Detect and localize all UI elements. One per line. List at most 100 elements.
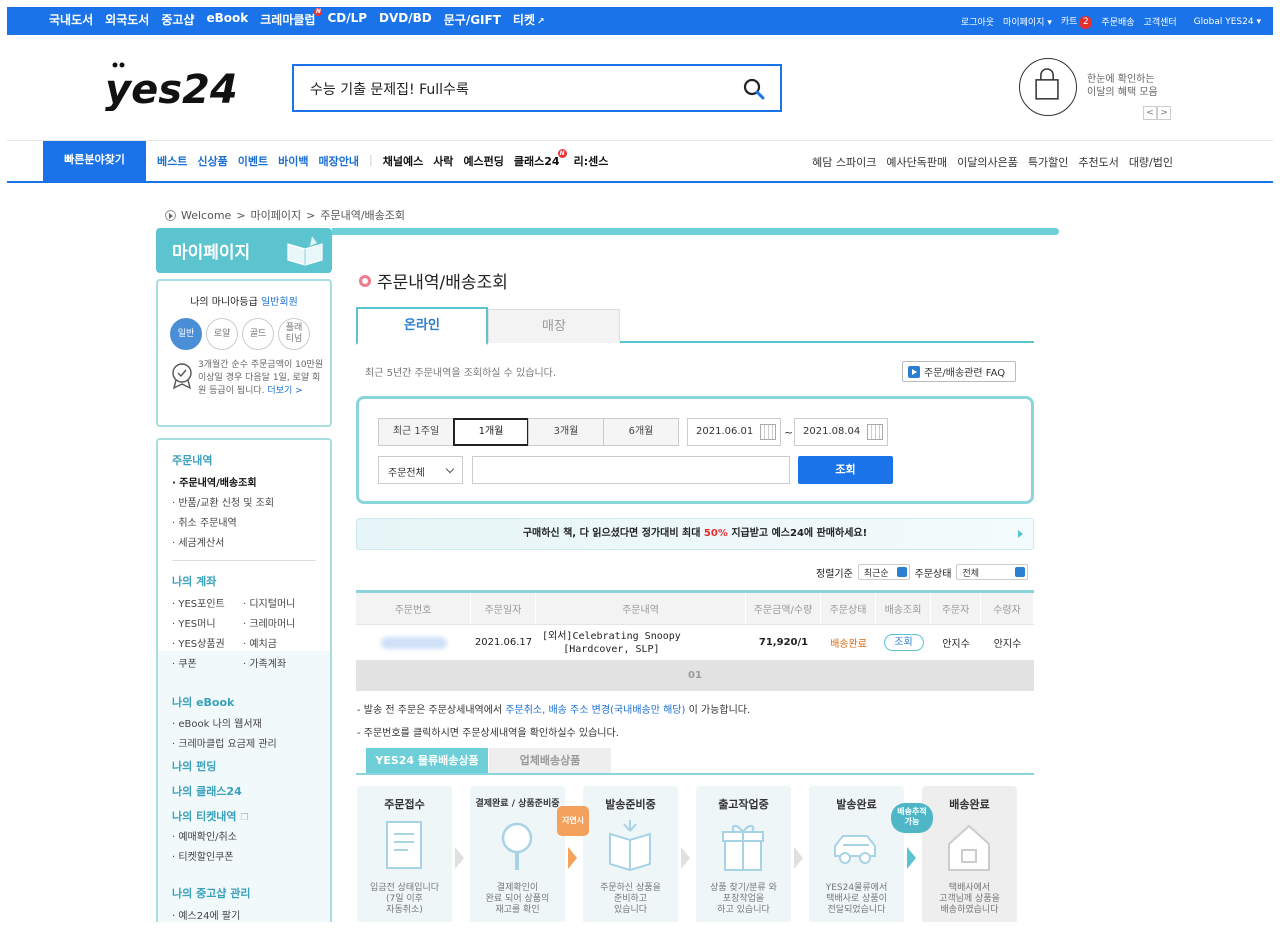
tab-online[interactable]: 온라인	[356, 307, 488, 345]
search-icon[interactable]	[742, 77, 766, 101]
order-state-select[interactable]: 주문전체	[378, 456, 463, 484]
breadcrumb-mypage[interactable]: 마이페이지	[251, 207, 302, 223]
cart-count-badge: 2	[1079, 16, 1093, 29]
order-faq-button[interactable]: 주문/배송관련 FAQ	[902, 361, 1016, 382]
cat-dvd-bd[interactable]: DVD/BD	[379, 11, 432, 28]
sidebar-item-return-exchange[interactable]: · 반품/교환 신청 및 조회	[172, 494, 274, 509]
buyback-promo-banner[interactable]: 구매하신 책, 다 읽으셨다면 정가대비 최대 50% 지급받고 예스24에 판…	[356, 518, 1034, 550]
gnb-best[interactable]: 베스트	[157, 153, 187, 169]
tab-vendor-delivery[interactable]: 업체배송상품	[489, 748, 611, 773]
grade-more-link[interactable]: 더보기 >	[267, 386, 302, 396]
period-1week-button[interactable]: 최근 1주일	[378, 418, 454, 446]
cat-used-shop[interactable]: 중고샵	[161, 11, 194, 28]
sidebar-head-used-shop[interactable]: 나의 중고샵 관리	[172, 885, 251, 901]
orderer-cell: 안지수	[942, 639, 970, 650]
sidebar-item-tax-invoice[interactable]: · 세금계산서	[172, 534, 224, 549]
benefit-prev-button[interactable]: <	[1143, 106, 1157, 120]
receiver-cell: 안지수	[993, 639, 1022, 650]
gnb-sarak[interactable]: 사락	[433, 153, 453, 169]
gnb-event[interactable]: 이벤트	[238, 153, 268, 169]
mypage-link[interactable]: 마이페이지 ▾	[1003, 15, 1052, 28]
sidebar-item-crema-plan[interactable]: · 크레마클럽 요금제 관리	[172, 735, 277, 750]
cart-link[interactable]: 카트 2	[1061, 14, 1093, 29]
sidebar-item-crema-money[interactable]: · 크레마머니	[243, 615, 295, 630]
quick-category-button[interactable]: 빠른분야찾기	[43, 141, 146, 181]
keyword-input[interactable]	[472, 456, 790, 484]
gnb-new[interactable]: 신상품	[197, 153, 227, 169]
tab-yes24-logistics[interactable]: YES24 물류배송상품	[366, 748, 488, 773]
order-item-cell[interactable]: [외서]Celebrating Snoopy [Hardcover, SLP]	[536, 625, 746, 660]
sidebar-item-ticket-coupon[interactable]: · 티켓할인쿠폰	[172, 848, 234, 863]
cat-ticket[interactable]: 티켓 ↗	[513, 11, 545, 28]
cat-foreign-books[interactable]: 외국도서	[105, 11, 149, 28]
step-arrow-icon	[568, 847, 577, 869]
cat-ebook[interactable]: eBook	[206, 11, 248, 28]
gnb-store-info[interactable]: 매장안내	[319, 153, 359, 169]
cat-ticket-label: 티켓	[512, 13, 535, 27]
sidebar-item-sell-to-yes24[interactable]: · 예스24에 팔기	[172, 907, 240, 922]
search-input[interactable]: 수능 기출 문제집! Full수록	[292, 64, 782, 112]
benefit-next-button[interactable]: >	[1157, 106, 1171, 120]
step-desc: 입금전 상태입니다 (7일 이후 자동취소)	[357, 883, 452, 916]
order-date-cell: 2021.06.17	[474, 637, 533, 648]
order-delivery-link[interactable]: 주문배송	[1101, 15, 1134, 28]
period-3month-button[interactable]: 3개월	[528, 418, 604, 446]
sidebar-head-ticket[interactable]: 나의 티켓내역 ❐	[172, 808, 248, 824]
gnb-sale[interactable]: 특가할인	[1028, 154, 1068, 170]
date-from-value: 2021.06.01	[696, 426, 754, 437]
sidebar-item-yes-money[interactable]: · YES머니	[172, 615, 216, 630]
gnb-gift[interactable]: 이달의사은품	[957, 154, 1018, 170]
sidebar-item-ticket-confirm[interactable]: · 예매확인/취소	[172, 828, 237, 843]
period-6month-button[interactable]: 6개월	[603, 418, 679, 446]
order-number-cell[interactable]	[356, 625, 471, 660]
status-select[interactable]: 전체	[956, 564, 1029, 580]
sidebar-item-family-account[interactable]: · 가족계좌	[243, 655, 286, 670]
sidebar-head-account[interactable]: 나의 계좌	[172, 573, 216, 589]
sidebar-head-ebook[interactable]: 나의 eBook	[172, 694, 234, 710]
customer-center-link[interactable]: 고객센터	[1144, 15, 1177, 28]
calendar-icon[interactable]	[867, 424, 883, 440]
sidebar-head-class24[interactable]: 나의 클래스24	[172, 783, 242, 799]
sidebar-head-funding[interactable]: 나의 펀딩	[172, 758, 216, 774]
cat-cd-lp[interactable]: CD/LP	[327, 11, 367, 28]
gnb-bulk[interactable]: 대량/법인	[1129, 154, 1173, 170]
gnb-spike[interactable]: 혜담 스파이크	[812, 154, 876, 170]
order-status-cell: 배송완료	[830, 639, 867, 650]
gnb-exclusive[interactable]: 예사단독판매	[886, 154, 947, 170]
sidebar-item-order-tracking[interactable]: · 주문내역/배송조회	[172, 474, 257, 489]
sidebar-item-yes-gift-card[interactable]: · YES상품권	[172, 635, 225, 650]
tracking-button[interactable]: 조회	[883, 634, 924, 651]
period-1month-button[interactable]: 1개월	[453, 418, 529, 446]
sidebar-item-digital-money[interactable]: · 디지털머니	[243, 595, 295, 610]
benefit-line1: 한눈에 확인하는	[1087, 74, 1155, 85]
gnb-channel-yes[interactable]: 채널예스	[383, 153, 423, 169]
logout-link[interactable]: 로그아웃	[961, 15, 994, 28]
sidebar-item-coupon[interactable]: · 쿠폰	[172, 655, 197, 670]
sidebar-item-cancelled-orders[interactable]: · 취소 주문내역	[172, 514, 237, 529]
sidebar-item-yes-point[interactable]: · YES포인트	[172, 595, 225, 610]
cat-gift[interactable]: 문구/GIFT	[444, 11, 501, 28]
gnb-class24[interactable]: 클래스24 N	[514, 149, 567, 169]
gnb-yes-funding[interactable]: 예스펀딩	[463, 153, 503, 169]
note1-link[interactable]: 주문취소, 배송 주소 변경(국내배송만 해당)	[505, 705, 685, 716]
yes24-logo[interactable]: yes24	[105, 59, 235, 111]
date-from-input[interactable]: 2021.06.01	[687, 418, 781, 446]
gnb-buyback[interactable]: 바이백	[278, 153, 308, 169]
arrow-right-icon	[1018, 530, 1023, 538]
gnb-license[interactable]: 리:센스	[574, 153, 609, 169]
mypage-label: 마이페이지	[1003, 18, 1045, 28]
page-number[interactable]: 01	[688, 670, 702, 681]
sidebar-item-deposit[interactable]: · 예치금	[243, 635, 277, 650]
cat-domestic-books[interactable]: 국내도서	[49, 11, 93, 28]
sort-select[interactable]: 최근순	[857, 564, 910, 580]
sidebar-item-web-library[interactable]: · eBook 나의 웹서재	[172, 715, 262, 730]
breadcrumb-welcome[interactable]: Welcome	[181, 209, 231, 222]
tab-store[interactable]: 매장	[488, 309, 620, 343]
calendar-icon[interactable]	[760, 424, 776, 440]
gnb-recommend[interactable]: 추천도서	[1078, 154, 1118, 170]
cat-crema-club[interactable]: 크레마클럽 N	[260, 8, 323, 28]
sidebar-head-orders[interactable]: 주문내역	[172, 452, 212, 468]
date-to-input[interactable]: 2021.08.04	[794, 418, 888, 446]
global-link[interactable]: Global YES24 ▾	[1194, 17, 1261, 27]
search-button[interactable]: 조회	[798, 456, 893, 484]
